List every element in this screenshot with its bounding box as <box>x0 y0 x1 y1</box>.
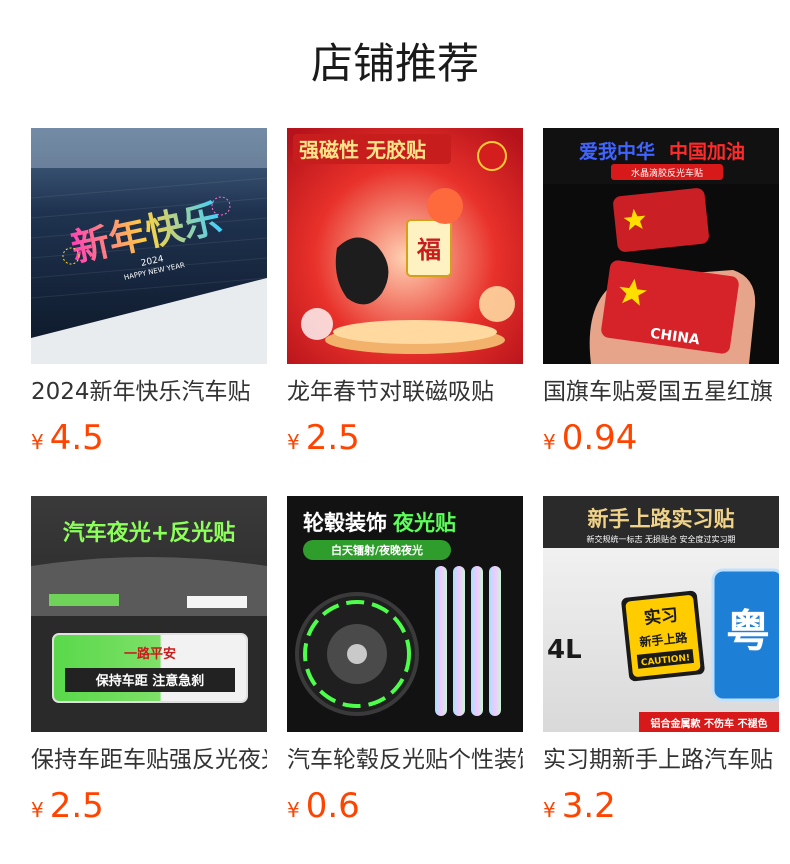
image-plate: 4L <box>547 635 582 665</box>
product-image[interactable]: 强磁性 无胶贴 福 <box>287 128 523 364</box>
product-image[interactable]: 爱我中华 中国加油 水晶滴胶反光车贴 CHINA <box>543 128 779 364</box>
product-price: ¥0.6 <box>287 784 360 828</box>
image-headline-a: 轮毂装饰 <box>303 511 387 535</box>
product-name[interactable]: 龙年春节对联磁吸贴 <box>287 376 523 408</box>
image-headline-b: 夜光贴 <box>392 511 456 535</box>
product-card[interactable]: 汽车夜光+反光贴 一路平安 保持车距 注意急刹 保持车距车贴强反光夜光 ¥2.5 <box>31 496 267 826</box>
product-name[interactable]: 汽车轮毂反光贴个性装饰 <box>287 744 523 776</box>
price-value: 3.2 <box>561 786 616 826</box>
image-headline: 强磁性 无胶贴 <box>299 138 426 162</box>
price-value: 0.6 <box>305 786 360 826</box>
price-value: 0.94 <box>561 418 638 458</box>
product-card[interactable]: 强磁性 无胶贴 福 龙年春节对联磁吸贴 ¥2.5 <box>287 128 523 458</box>
image-sub: 水晶滴胶反光车贴 <box>631 167 703 179</box>
product-price: ¥3.2 <box>543 784 616 828</box>
product-name[interactable]: 实习期新手上路汽车贴 <box>543 744 779 776</box>
product-name[interactable]: 保持车距车贴强反光夜光 <box>31 744 267 776</box>
product-price: ¥0.94 <box>543 416 637 460</box>
image-headline: 新手上路实习贴 <box>588 507 735 531</box>
image-headline: 汽车夜光+反光贴 <box>63 520 235 546</box>
image-badge: 福 <box>416 236 441 264</box>
page-title: 店铺推荐 <box>310 39 479 88</box>
product-price: ¥4.5 <box>31 416 104 460</box>
product-image[interactable]: 新手上路实习贴 新交规统一标志 无损贴合 安全度过实习期 4L 实习 新手上路 … <box>543 496 779 732</box>
image-headline-b: 中国加油 <box>669 140 745 163</box>
image-sub: 新交规统一标志 无损贴合 安全度过实习期 <box>586 534 735 544</box>
product-card[interactable]: 新手上路实习贴 新交规统一标志 无损贴合 安全度过实习期 4L 实习 新手上路 … <box>543 496 779 826</box>
price-value: 2.5 <box>49 786 104 826</box>
product-price: ¥2.5 <box>31 784 104 828</box>
price-value: 2.5 <box>305 418 360 458</box>
product-image[interactable]: 轮毂装饰 夜光贴 白天镭射/夜晚夜光 <box>287 496 523 732</box>
product-card[interactable]: 爱我中华 中国加油 水晶滴胶反光车贴 CHINA 国旗车贴爱国五星红旗 ¥0.9… <box>543 128 779 458</box>
product-image[interactable]: 汽车夜光+反光贴 一路平安 保持车距 注意急刹 <box>31 496 267 732</box>
product-card[interactable]: 新年快乐 2024 HAPPY NEW YEAR 2024新年快乐汽车贴 ¥4.… <box>31 128 267 458</box>
image-sub: 白天镭射/夜晚夜光 <box>331 543 423 557</box>
image-sign-bottom: 保持车距 注意急刹 <box>95 673 205 689</box>
image-footer: 铝合金属款 不伤车 不褪色 <box>651 717 768 730</box>
currency-symbol: ¥ <box>543 798 556 822</box>
currency-symbol: ¥ <box>287 430 300 454</box>
price-value: 4.5 <box>49 418 104 458</box>
product-name[interactable]: 2024新年快乐汽车贴 <box>31 376 267 408</box>
product-card[interactable]: 轮毂装饰 夜光贴 白天镭射/夜晚夜光 汽车轮毂反光贴个性装饰 ¥0.6 <box>287 496 523 826</box>
image-headline-a: 爱我中华 <box>579 140 655 163</box>
image-plate-char: 粤 <box>726 606 770 657</box>
image-sign-a: 实习 <box>643 604 679 628</box>
currency-symbol: ¥ <box>287 798 300 822</box>
product-image[interactable]: 新年快乐 2024 HAPPY NEW YEAR <box>31 128 267 364</box>
currency-symbol: ¥ <box>543 430 556 454</box>
currency-symbol: ¥ <box>31 430 44 454</box>
product-price: ¥2.5 <box>287 416 360 460</box>
product-name[interactable]: 国旗车贴爱国五星红旗 <box>543 376 779 408</box>
image-sign-top: 一路平安 <box>124 646 176 662</box>
currency-symbol: ¥ <box>31 798 44 822</box>
